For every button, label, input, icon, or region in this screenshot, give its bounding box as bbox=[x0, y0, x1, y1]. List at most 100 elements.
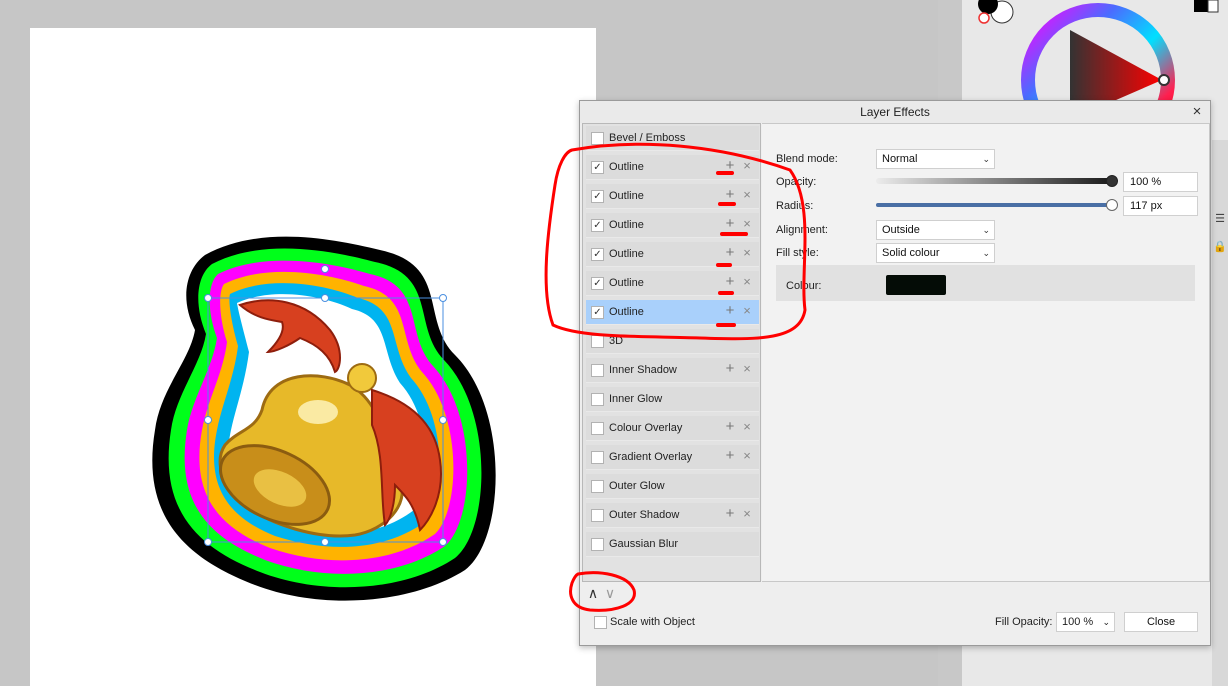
add-icon[interactable]: + bbox=[723, 216, 737, 232]
remove-icon[interactable]: × bbox=[740, 419, 754, 435]
fill-style-label: Fill style: bbox=[776, 247, 819, 259]
effect-label: Colour Overlay bbox=[609, 422, 683, 434]
remove-icon[interactable]: × bbox=[740, 274, 754, 290]
add-icon[interactable]: + bbox=[723, 361, 737, 377]
colour-label: Colour: bbox=[786, 280, 822, 292]
scale-with-object-checkbox[interactable] bbox=[594, 616, 607, 629]
fill-style-dropdown[interactable]: Solid colour ⌄ bbox=[876, 243, 995, 263]
add-icon[interactable]: + bbox=[723, 274, 737, 290]
effect-label: Gaussian Blur bbox=[609, 538, 679, 550]
effect-row-gradient-overlay[interactable]: Gradient Overlay + × bbox=[586, 445, 759, 470]
effect-row-outline[interactable]: ✓ Outline + × bbox=[586, 242, 759, 267]
effect-label: 3D bbox=[609, 335, 624, 347]
opacity-slider[interactable] bbox=[876, 178, 1112, 184]
opacity-slider-knob[interactable] bbox=[1106, 175, 1118, 187]
effect-row-colour-overlay[interactable]: Colour Overlay + × bbox=[586, 416, 759, 441]
dialog-title: Layer Effects bbox=[580, 101, 1210, 123]
chevron-down-icon: ⌄ bbox=[982, 248, 990, 258]
add-icon[interactable]: + bbox=[723, 448, 737, 464]
radius-value-field[interactable]: 117 px bbox=[1123, 196, 1198, 216]
effect-row-inner-glow[interactable]: Inner Glow bbox=[586, 387, 759, 412]
effect-label: Outline bbox=[609, 306, 644, 318]
remove-icon[interactable]: × bbox=[740, 245, 754, 261]
effect-label: Outline bbox=[609, 161, 644, 173]
effect-row-outline[interactable]: ✓ Outline + × bbox=[586, 300, 759, 325]
remove-icon[interactable]: × bbox=[740, 158, 754, 174]
effect-settings-panel: Blend mode: Normal ⌄ Opacity: 100 % Radi… bbox=[762, 123, 1210, 582]
close-icon[interactable]: × bbox=[1188, 103, 1206, 121]
effect-checkbox[interactable] bbox=[591, 335, 604, 348]
add-icon[interactable]: + bbox=[723, 303, 737, 319]
effect-label: Outline bbox=[609, 277, 644, 289]
effect-checkbox[interactable] bbox=[591, 393, 604, 406]
opacity-label: Opacity: bbox=[776, 176, 817, 188]
lock-icon[interactable]: 🔒 bbox=[1213, 240, 1227, 254]
effect-checkbox[interactable]: ✓ bbox=[591, 190, 604, 203]
opacity-value-field[interactable]: 100 % bbox=[1123, 172, 1198, 192]
move-down-button[interactable]: ∨ bbox=[602, 585, 618, 601]
menu-icon[interactable]: ☰ bbox=[1213, 212, 1227, 226]
remove-icon[interactable]: × bbox=[740, 187, 754, 203]
add-icon[interactable]: + bbox=[723, 158, 737, 174]
effect-checkbox[interactable] bbox=[591, 132, 604, 145]
effects-list: Bevel / Emboss ✓ Outline + × ✓ Outline + × ✓ Outli… bbox=[582, 123, 761, 582]
effect-checkbox[interactable]: ✓ bbox=[591, 277, 604, 290]
close-button[interactable]: Close bbox=[1124, 612, 1198, 632]
effect-label: Gradient Overlay bbox=[609, 451, 693, 463]
radius-slider[interactable] bbox=[876, 203, 1112, 207]
fill-opacity-value: 100 % bbox=[1062, 616, 1094, 628]
chevron-down-icon: ⌄ bbox=[1102, 617, 1110, 627]
radius-label: Radius: bbox=[776, 200, 814, 212]
remove-icon[interactable]: × bbox=[740, 303, 754, 319]
effect-row-outline[interactable]: ✓ Outline + × bbox=[586, 213, 759, 238]
add-icon[interactable]: + bbox=[723, 506, 737, 522]
fill-opacity-label: Fill Opacity: bbox=[995, 616, 1053, 628]
remove-icon[interactable]: × bbox=[740, 448, 754, 464]
remove-icon[interactable]: × bbox=[740, 216, 754, 232]
effect-row-outer-glow[interactable]: Outer Glow bbox=[586, 474, 759, 499]
effect-row-outline[interactable]: ✓ Outline + × bbox=[586, 155, 759, 180]
blend-mode-dropdown[interactable]: Normal ⌄ bbox=[876, 149, 995, 169]
alignment-label: Alignment: bbox=[776, 224, 828, 236]
remove-icon[interactable]: × bbox=[740, 506, 754, 522]
effect-checkbox[interactable] bbox=[591, 509, 604, 522]
effect-label: Outer Shadow bbox=[609, 509, 680, 521]
radius-slider-knob[interactable] bbox=[1106, 199, 1118, 211]
effect-checkbox[interactable] bbox=[591, 422, 604, 435]
effect-checkbox[interactable] bbox=[591, 451, 604, 464]
add-icon[interactable]: + bbox=[723, 187, 737, 203]
chevron-down-icon: ⌄ bbox=[982, 225, 990, 235]
alignment-value: Outside bbox=[882, 224, 920, 236]
effect-row-bevel-emboss[interactable]: Bevel / Emboss bbox=[586, 126, 759, 151]
colour-row: Colour: bbox=[776, 265, 1195, 301]
document-canvas[interactable] bbox=[30, 28, 596, 686]
effect-row-outer-shadow[interactable]: Outer Shadow + × bbox=[586, 503, 759, 528]
effect-checkbox[interactable]: ✓ bbox=[591, 161, 604, 174]
effect-checkbox[interactable] bbox=[591, 480, 604, 493]
blend-mode-value: Normal bbox=[882, 153, 918, 165]
move-up-button[interactable]: ∧ bbox=[585, 585, 601, 601]
add-icon[interactable]: + bbox=[723, 419, 737, 435]
effect-checkbox[interactable] bbox=[591, 538, 604, 551]
effect-checkbox[interactable] bbox=[591, 364, 604, 377]
effect-row-inner-shadow[interactable]: Inner Shadow + × bbox=[586, 358, 759, 383]
alignment-dropdown[interactable]: Outside ⌄ bbox=[876, 220, 995, 240]
colour-wheel[interactable] bbox=[962, 0, 1228, 110]
blend-mode-label: Blend mode: bbox=[776, 153, 838, 165]
effect-row-gaussian-blur[interactable]: Gaussian Blur bbox=[586, 532, 759, 557]
colour-swatch[interactable] bbox=[886, 275, 946, 295]
effect-checkbox[interactable]: ✓ bbox=[591, 248, 604, 261]
remove-icon[interactable]: × bbox=[740, 361, 754, 377]
add-icon[interactable]: + bbox=[723, 245, 737, 261]
effect-row-outline[interactable]: ✓ Outline + × bbox=[586, 271, 759, 296]
scale-with-object-label: Scale with Object bbox=[610, 616, 695, 628]
effect-label: Inner Shadow bbox=[609, 364, 677, 376]
effect-label: Outer Glow bbox=[609, 480, 665, 492]
effect-checkbox[interactable]: ✓ bbox=[591, 306, 604, 319]
chevron-down-icon: ⌄ bbox=[982, 154, 990, 164]
fill-opacity-dropdown[interactable]: 100 % ⌄ bbox=[1056, 612, 1115, 632]
effect-row-outline[interactable]: ✓ Outline + × bbox=[586, 184, 759, 209]
effect-label: Outline bbox=[609, 248, 644, 260]
effect-row-3d[interactable]: 3D bbox=[586, 329, 759, 354]
effect-checkbox[interactable]: ✓ bbox=[591, 219, 604, 232]
